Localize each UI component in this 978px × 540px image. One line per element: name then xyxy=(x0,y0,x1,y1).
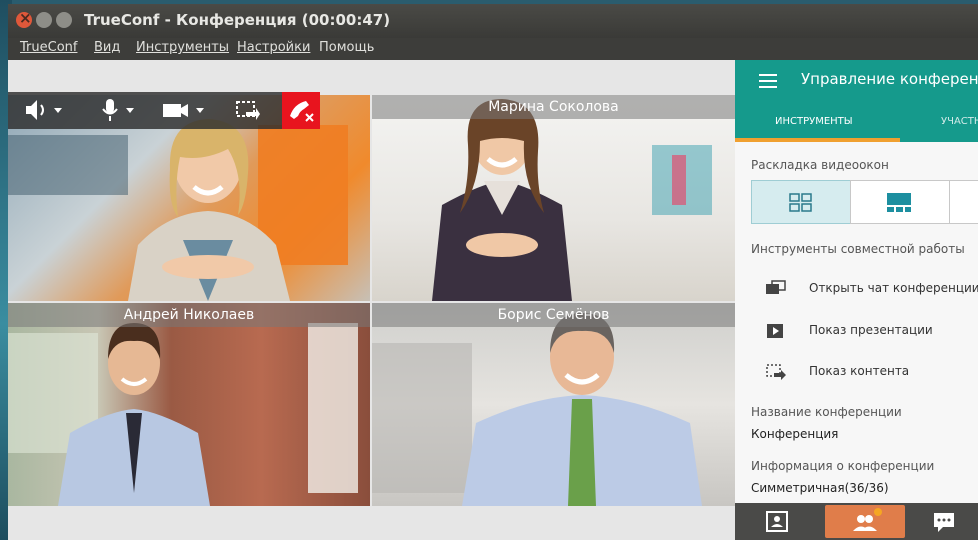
self-view-button[interactable] xyxy=(749,505,809,538)
conf-info-value: Симметричная(36/36) xyxy=(751,481,889,495)
active-tab-indicator xyxy=(735,138,900,142)
layout-other-button[interactable] xyxy=(949,180,978,224)
share-content-icon xyxy=(766,364,786,380)
conf-name-value: Конференция xyxy=(751,427,839,441)
chat-bubble-icon xyxy=(934,513,954,532)
chat-button[interactable] xyxy=(917,505,977,538)
participant-video-man-2 xyxy=(372,313,702,506)
maximize-window-button[interactable] xyxy=(56,12,72,28)
participant-name-marina: Марина Соколова xyxy=(372,95,735,119)
open-chat-label: Открыть чат конференции xyxy=(809,281,978,295)
video-stage: Марина Соколова Андрей Николаев Борис Се… xyxy=(8,60,735,540)
title-bar: TrueConf - Конференция (00:00:47) xyxy=(8,4,978,38)
show-presentation-label: Показ презентации xyxy=(809,323,933,337)
panel-header: Управление конференци ИНСТРУМЕНТЫ УЧАСТН xyxy=(735,60,978,142)
conf-info-label: Информация о конференции xyxy=(751,459,935,473)
presentation-icon xyxy=(767,324,783,338)
layout-heading: Раскладка видеоокон xyxy=(751,158,889,172)
menu-bar: TrueConf Вид Инструменты Настройки Помощ… xyxy=(8,38,978,60)
menu-trueconf[interactable]: TrueConf xyxy=(20,40,77,55)
tab-participants[interactable]: УЧАСТН xyxy=(941,116,978,127)
participant-video-woman-2 xyxy=(432,99,712,301)
collab-heading: Инструменты совместной работы xyxy=(751,242,965,256)
menu-view[interactable]: Вид xyxy=(94,40,120,55)
conf-name-label: Название конференции xyxy=(751,405,902,419)
grid-layout-icon xyxy=(789,193,812,212)
participants-button[interactable] xyxy=(825,505,905,538)
notification-dot xyxy=(874,508,882,516)
conference-control-panel: Управление конференци ИНСТРУМЕНТЫ УЧАСТН… xyxy=(735,60,978,540)
video-tile-boris[interactable]: Борис Семёнов xyxy=(372,303,735,506)
participant-name-boris: Борис Семёнов xyxy=(372,303,735,327)
video-tile-andrey[interactable]: Андрей Николаев xyxy=(8,303,370,506)
participant-video-man-1 xyxy=(8,323,358,506)
video-tile-marina[interactable]: Марина Соколова xyxy=(372,95,735,301)
hang-up-icon xyxy=(290,101,314,122)
call-toolbar xyxy=(8,92,320,129)
speaker-menu-button[interactable] xyxy=(22,96,68,124)
tab-tools[interactable]: ИНСТРУМЕНТЫ xyxy=(775,116,853,127)
layout-grid-button[interactable] xyxy=(751,180,851,224)
panel-bottom-bar xyxy=(735,503,978,540)
participant-name-andrey: Андрей Николаев xyxy=(8,303,370,327)
camera-menu-button[interactable] xyxy=(160,96,210,124)
participants-icon xyxy=(853,515,877,531)
chat-icon xyxy=(766,280,786,294)
show-content-label: Показ контента xyxy=(809,364,910,378)
layout-speaker-button[interactable] xyxy=(850,180,950,224)
speaker-layout-icon xyxy=(887,193,911,212)
app-window: TrueConf - Конференция (00:00:47) TrueCo… xyxy=(8,4,978,540)
contact-card-icon xyxy=(766,511,788,532)
microphone-menu-button[interactable] xyxy=(100,96,140,124)
panel-title: Управление конференци xyxy=(801,70,978,88)
menu-settings[interactable]: Настройки xyxy=(237,40,310,55)
close-window-button[interactable] xyxy=(16,9,32,28)
minimize-window-button[interactable] xyxy=(36,12,52,28)
hamburger-menu-icon[interactable] xyxy=(759,74,777,92)
share-screen-button[interactable] xyxy=(234,96,262,124)
window-title: TrueConf - Конференция (00:00:47) xyxy=(84,11,391,29)
menu-help[interactable]: Помощь xyxy=(319,40,374,55)
hang-up-button[interactable] xyxy=(282,92,320,129)
menu-tools[interactable]: Инструменты xyxy=(136,40,229,55)
